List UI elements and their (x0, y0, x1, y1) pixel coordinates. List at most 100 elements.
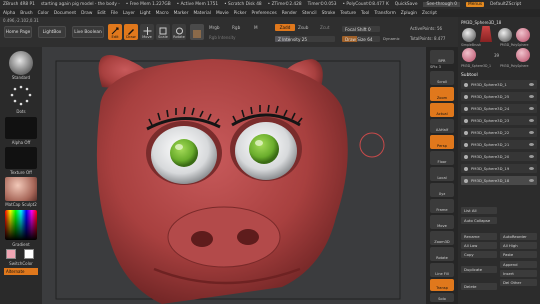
rgb-toggle[interactable]: Rgb (232, 25, 240, 30)
menu-alpha[interactable]: Alpha (3, 11, 15, 16)
alpha-thumbnail[interactable] (5, 117, 37, 139)
spix-slider[interactable]: SPix 3 (430, 65, 441, 69)
bpr-button[interactable]: BPR (430, 50, 454, 64)
scale-mode-button[interactable]: Scale (156, 24, 170, 40)
solo-button[interactable]: Solo (430, 293, 454, 302)
edit-mode-button[interactable]: Edit (108, 24, 122, 40)
menu-preferences[interactable]: Preferences (251, 11, 276, 16)
duplicate-button[interactable]: Duplicate (461, 266, 497, 273)
tool-thumb-5[interactable] (462, 48, 476, 62)
menu-zplugin[interactable]: Zplugin (401, 11, 417, 16)
menu-texture[interactable]: Texture (340, 11, 356, 16)
canvas-viewport[interactable] (42, 47, 426, 304)
auto-collapse-button[interactable]: Auto Collapse (461, 217, 497, 224)
quicksave-button[interactable]: QuickSave (395, 2, 418, 7)
menu-layer[interactable]: Layer (123, 11, 135, 16)
menu-macro[interactable]: Macro (156, 11, 169, 16)
material-thumbnail[interactable] (5, 177, 37, 201)
menu-render[interactable]: Render (282, 11, 297, 16)
copy-button[interactable]: Copy (461, 251, 497, 258)
zoom3d-button[interactable]: Zoom3D (430, 231, 454, 245)
subtool-item[interactable]: PM3D_Sphere3D_22 (461, 128, 537, 137)
zsub-toggle[interactable]: Zsub (298, 25, 308, 30)
default-zscript-button[interactable]: DefaultZScript (490, 2, 521, 7)
insert-button[interactable]: Insert (500, 270, 537, 277)
live-boolean-button[interactable]: Live Boolean (72, 26, 104, 38)
menu-stroke[interactable]: Stroke (322, 11, 336, 16)
menu-zscript[interactable]: Zscript (422, 11, 437, 16)
autoreorder-button[interactable]: AutoReorder (500, 233, 537, 240)
rotate-button[interactable]: Rotate (430, 247, 454, 261)
persp-button[interactable]: Persp (430, 135, 454, 149)
all-high-button[interactable]: All High (500, 242, 537, 249)
menus-button[interactable]: Menus (466, 2, 485, 7)
subtool-header[interactable]: Subtool (461, 73, 478, 78)
tool-thumb-3[interactable] (498, 28, 512, 42)
eye-icon[interactable] (529, 119, 534, 122)
subtool-item[interactable]: PM3D_Sphere3D_25 (461, 92, 537, 101)
draw-mode-button[interactable]: Draw (124, 24, 138, 40)
all-low-button[interactable]: All Low (461, 242, 497, 249)
menu-tool[interactable]: Tool (361, 11, 369, 16)
m-toggle[interactable]: M (254, 25, 258, 30)
lightbox-button[interactable]: LightBox (38, 26, 66, 38)
subtool-item[interactable]: PM3D_Sphere3D_23 (461, 116, 537, 125)
eye-icon[interactable] (529, 83, 534, 86)
alternate-toggle[interactable]: Alternate (4, 268, 38, 275)
floor-button[interactable]: Floor (430, 151, 454, 165)
move-mode-button[interactable]: Move (140, 24, 154, 40)
zoom-button[interactable]: Zoom (430, 87, 454, 101)
actual-button[interactable]: Actual (430, 103, 454, 117)
scroll-button[interactable]: Scroll (430, 71, 454, 85)
switch-color-label[interactable]: SwitchColor (0, 261, 42, 266)
menu-movie[interactable]: Movie (216, 11, 229, 16)
tool-thumb-2[interactable] (480, 26, 492, 42)
eye-icon[interactable] (529, 107, 534, 110)
subtool-item[interactable]: PM3D_Sphere3D_20 (461, 152, 537, 161)
brush-thumbnail[interactable] (9, 51, 33, 75)
tool-thumb-4[interactable] (516, 28, 530, 42)
zadd-toggle[interactable]: Zadd (275, 24, 295, 31)
draw-size-slider[interactable]: Draw Size 64 (342, 36, 380, 42)
paste-button[interactable]: Paste (500, 251, 537, 258)
eye-icon[interactable] (529, 95, 534, 98)
eye-icon[interactable] (529, 143, 534, 146)
local-button[interactable]: Local (430, 167, 454, 181)
mrgb-toggle[interactable]: Mrgb (209, 25, 220, 30)
transp-button[interactable]: Transp (430, 279, 454, 291)
rotate-mode-button[interactable]: Rotate (172, 24, 186, 40)
subtool-item[interactable]: PM3D_Sphere3D_24 (461, 104, 537, 113)
menu-stencil[interactable]: Stencil (302, 11, 317, 16)
eye-icon[interactable] (529, 155, 534, 158)
menu-marker[interactable]: Marker (174, 11, 189, 16)
subtool-item[interactable]: PM3D_Sphere3D_18 (461, 176, 537, 185)
subtool-item[interactable]: PM3D_Sphere3D_19 (461, 164, 537, 173)
stroke-dots-icon[interactable] (8, 84, 34, 108)
menu-document[interactable]: Document (54, 11, 76, 16)
menu-color[interactable]: Color (38, 11, 49, 16)
home-page-button[interactable]: Home Page (4, 26, 32, 38)
menu-edit[interactable]: Edit (97, 11, 105, 16)
frame-button[interactable]: Frame (430, 199, 454, 213)
menu-file[interactable]: File (111, 11, 118, 16)
menu-light[interactable]: Light (140, 11, 151, 16)
menu-picker[interactable]: Picker (234, 11, 247, 16)
eye-icon[interactable] (529, 179, 534, 182)
subtool-item[interactable]: PM3D_Sphere3D_1 (461, 80, 537, 89)
aahalf-button[interactable]: AAHalf (430, 119, 454, 133)
xyz-button[interactable]: Xyz (430, 183, 454, 197)
zcut-toggle[interactable]: Zcut (320, 25, 329, 30)
del-other-button[interactable]: Del Other (500, 279, 537, 286)
eye-icon[interactable] (529, 131, 534, 134)
focal-shift-slider[interactable]: Focal Shift 0 (342, 26, 380, 32)
see-through-slider[interactable]: See-through 0 (423, 2, 461, 7)
menu-transform[interactable]: Transform (374, 11, 395, 16)
eye-icon[interactable] (529, 167, 534, 170)
dynamic-toggle[interactable]: Dynamic (383, 36, 400, 41)
tool-thumb-1[interactable] (462, 28, 476, 42)
material-swatch-button[interactable] (190, 24, 204, 40)
delete-button[interactable]: Delete (461, 283, 497, 290)
menu-material[interactable]: Material (193, 11, 210, 16)
line-fill-button[interactable]: Line Fill (430, 263, 454, 277)
texture-thumbnail[interactable] (5, 147, 37, 169)
